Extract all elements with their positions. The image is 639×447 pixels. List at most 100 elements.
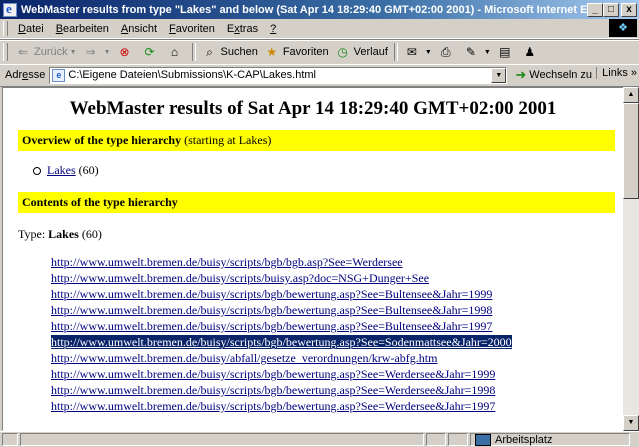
overview-list: Lakes (60) <box>33 163 623 178</box>
menu-extras[interactable]: Extras <box>221 23 264 35</box>
close-button[interactable]: x <box>621 2 637 17</box>
url-link[interactable]: http://www.umwelt.bremen.de/buisy/script… <box>51 287 492 301</box>
standard-toolbar: ⇐ Zurück ▼ ⇒ ▼ ⊗ ⟳ ⌂ ⌕ Suchen ★ Favoriten ◷ Ve… <box>0 39 639 65</box>
page-heading: WebMaster results of Sat Apr 14 18:29:40… <box>69 98 557 119</box>
contents-title: Contents of the type hierarchy <box>22 195 178 209</box>
toolbar-separator <box>191 43 196 61</box>
search-button[interactable]: ⌕ Suchen <box>199 42 261 62</box>
edit-icon: ✎ <box>465 45 476 59</box>
url-row: http://www.umwelt.bremen.de/buisy/abfall… <box>51 350 623 366</box>
mail-button[interactable]: ✉ ▼ <box>401 42 435 62</box>
go-arrow-icon: ➜ <box>515 67 527 82</box>
url-row: http://www.umwelt.bremen.de/buisy/script… <box>51 382 623 398</box>
type-name: Lakes <box>48 227 79 241</box>
edit-button[interactable]: ✎ ▼ <box>460 42 494 62</box>
url-link-selected[interactable]: http://www.umwelt.bremen.de/buisy/script… <box>51 335 512 349</box>
menu-favoriten[interactable]: Favoriten <box>163 23 221 35</box>
url-link[interactable]: http://www.umwelt.bremen.de/buisy/script… <box>51 319 492 333</box>
url-selected-highlight: http://www.umwelt.bremen.de/buisy/script… <box>51 335 512 349</box>
home-button[interactable]: ⌂ <box>164 42 189 62</box>
contents-band: Contents of the type hierarchy <box>18 192 615 213</box>
status-bar: Arbeitsplatz <box>0 431 639 447</box>
url-row: http://www.umwelt.bremen.de/buisy/script… <box>51 270 623 286</box>
toolbar-separator <box>393 43 398 61</box>
messenger-button[interactable]: ♟ <box>519 42 544 62</box>
overview-note: (starting at Lakes) <box>181 133 272 147</box>
mail-icon: ✉ <box>406 45 417 59</box>
lakes-count: (60) <box>75 163 99 177</box>
ie-icon <box>3 1 17 17</box>
url-list: http://www.umwelt.bremen.de/buisy/script… <box>51 254 623 414</box>
vertical-scrollbar[interactable]: ▲ ▼ <box>623 87 639 431</box>
page-icon: e <box>52 68 66 82</box>
scroll-up-button[interactable]: ▲ <box>623 87 639 103</box>
address-dropdown-button[interactable]: ▼ <box>491 67 507 83</box>
window-title: WebMaster results from type "Lakes" and … <box>21 3 587 16</box>
discuss-icon: ▤ <box>499 45 511 59</box>
overview-title: Overview of the type hierarchy <box>22 133 182 147</box>
back-arrow-icon: ⇐ <box>17 45 29 59</box>
messenger-icon: ♟ <box>524 45 536 59</box>
status-zone: Arbeitsplatz <box>470 433 630 446</box>
toolbar-grip <box>3 43 8 61</box>
url-row: http://www.umwelt.bremen.de/buisy/script… <box>51 302 623 318</box>
address-url: C:\Eigene Dateien\Submissions\K-CAP\Lake… <box>68 69 316 81</box>
scroll-down-button[interactable]: ▼ <box>623 415 639 431</box>
chevron-down-icon: ▼ <box>69 48 77 56</box>
url-row: http://www.umwelt.bremen.de/buisy/script… <box>51 254 623 270</box>
go-button[interactable]: ➜ Wechseln zu <box>515 67 592 83</box>
menu-help[interactable]: ? <box>264 23 282 35</box>
address-label: Adresse <box>5 69 46 81</box>
chevron-down-icon: ▼ <box>103 48 111 56</box>
history-icon: ◷ <box>337 45 348 59</box>
address-input[interactable]: e C:\Eigene Dateien\Submissions\K-CAP\La… <box>49 66 508 84</box>
page-content: WebMaster results of Sat Apr 14 18:29:40… <box>2 87 624 431</box>
menu-bar: Datei Bearbeiten Ansicht Favoriten Extra… <box>0 19 639 39</box>
url-row: http://www.umwelt.bremen.de/buisy/script… <box>51 334 623 350</box>
history-button[interactable]: ◷ Verlauf <box>332 42 391 62</box>
computer-icon <box>475 433 491 446</box>
url-row: http://www.umwelt.bremen.de/buisy/script… <box>51 318 623 334</box>
lakes-link[interactable]: Lakes <box>47 163 76 177</box>
status-pane <box>448 433 468 446</box>
status-page-icon <box>2 433 18 446</box>
url-row: http://www.umwelt.bremen.de/buisy/script… <box>51 366 623 382</box>
url-row: http://www.umwelt.bremen.de/buisy/script… <box>51 286 623 302</box>
discuss-button[interactable]: ▤ <box>494 42 519 62</box>
links-button[interactable]: Links » <box>596 67 637 79</box>
minimize-button[interactable]: _ <box>587 2 603 17</box>
back-button[interactable]: ⇐ Zurück ▼ <box>12 42 80 62</box>
type-line: Type: Lakes (60) <box>18 227 102 241</box>
url-row: http://www.umwelt.bremen.de/buisy/script… <box>51 398 623 414</box>
url-link[interactable]: http://www.umwelt.bremen.de/buisy/script… <box>51 383 495 397</box>
search-icon: ⌕ <box>206 45 213 59</box>
forward-arrow-icon: ⇒ <box>85 45 96 59</box>
url-link[interactable]: http://www.umwelt.bremen.de/buisy/script… <box>51 303 492 317</box>
home-icon: ⌂ <box>170 45 179 59</box>
windows-logo-icon: ❖ <box>609 19 637 37</box>
status-text-pane <box>20 433 424 446</box>
favorites-icon: ★ <box>266 45 278 59</box>
url-link[interactable]: http://www.umwelt.bremen.de/buisy/script… <box>51 271 429 285</box>
url-link[interactable]: http://www.umwelt.bremen.de/buisy/script… <box>51 367 495 381</box>
scroll-thumb[interactable] <box>623 103 639 199</box>
chevron-down-icon: ▼ <box>424 48 432 56</box>
stop-icon: ⊗ <box>119 45 130 59</box>
print-icon: ⎙ <box>441 45 451 59</box>
maximize-button[interactable]: □ <box>603 2 619 17</box>
url-link[interactable]: http://www.umwelt.bremen.de/buisy/abfall… <box>51 351 437 365</box>
menu-datei[interactable]: Datei <box>12 23 50 35</box>
chevron-down-icon: ▼ <box>483 48 491 56</box>
forward-button[interactable]: ⇒ ▼ <box>80 42 114 62</box>
url-link[interactable]: http://www.umwelt.bremen.de/buisy/script… <box>51 255 403 269</box>
menu-bearbeiten[interactable]: Bearbeiten <box>50 23 115 35</box>
url-link[interactable]: http://www.umwelt.bremen.de/buisy/script… <box>51 399 495 413</box>
address-bar: Adresse e C:\Eigene Dateien\Submissions\… <box>0 64 639 87</box>
favorites-button[interactable]: ★ Favoriten <box>261 42 332 62</box>
list-item: Lakes (60) <box>33 163 623 178</box>
refresh-icon: ⟳ <box>144 45 155 59</box>
stop-button[interactable]: ⊗ <box>114 42 139 62</box>
refresh-button[interactable]: ⟳ <box>139 42 164 62</box>
menu-ansicht[interactable]: Ansicht <box>115 23 163 35</box>
print-button[interactable]: ⎙ <box>435 42 460 62</box>
